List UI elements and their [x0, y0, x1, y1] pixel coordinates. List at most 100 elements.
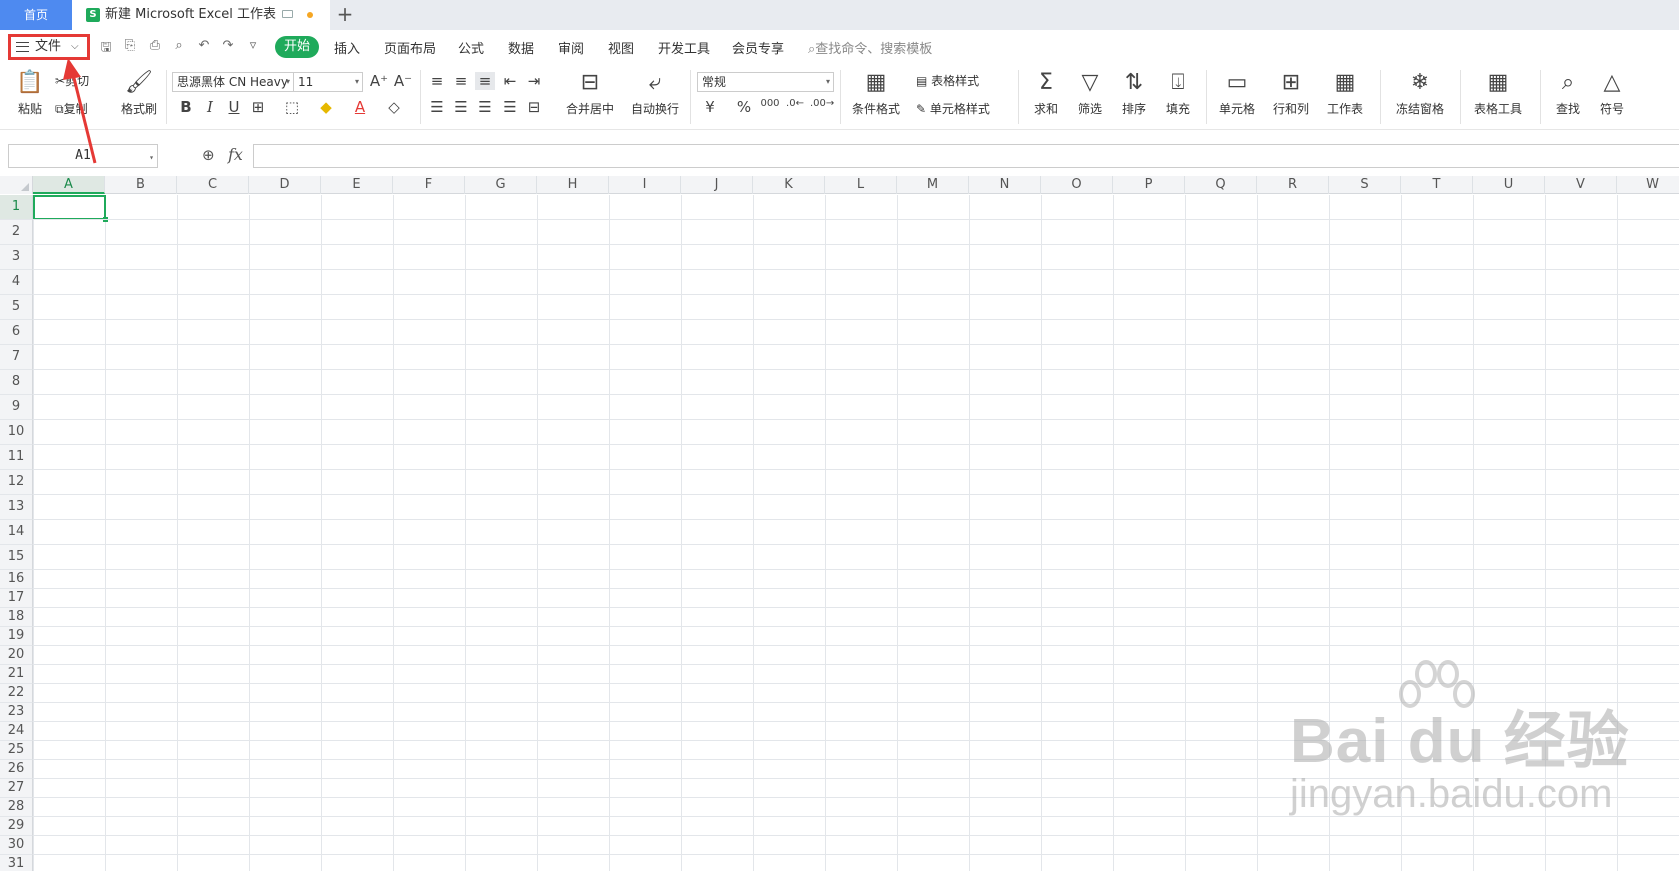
- column-header-k[interactable]: K: [753, 176, 825, 194]
- thousands-separator-icon[interactable]: 000: [760, 98, 780, 109]
- table-tools-button[interactable]: ▦ 表格工具: [1470, 70, 1526, 117]
- row-header-30[interactable]: 30: [0, 836, 33, 855]
- row-header-7[interactable]: 7: [0, 345, 33, 370]
- row-header-9[interactable]: 9: [0, 395, 33, 420]
- row-header-15[interactable]: 15: [0, 545, 33, 570]
- column-header-v[interactable]: V: [1545, 176, 1617, 194]
- tab-view[interactable]: 视图: [608, 38, 634, 57]
- row-header-16[interactable]: 16: [0, 570, 33, 589]
- freeze-panes-button[interactable]: ❄ 冻结窗格: [1392, 70, 1448, 117]
- font-color-icon[interactable]: A: [350, 98, 370, 116]
- row-header-21[interactable]: 21: [0, 665, 33, 684]
- cell-style-button[interactable]: ✎ 单元格样式: [916, 100, 990, 117]
- row-header-25[interactable]: 25: [0, 741, 33, 760]
- tab-data[interactable]: 数据: [508, 38, 534, 57]
- cell-button[interactable]: ▭ 单元格: [1214, 70, 1260, 117]
- row-header-23[interactable]: 23: [0, 703, 33, 722]
- row-header-4[interactable]: 4: [0, 270, 33, 295]
- font-family-select[interactable]: 思源黑体 CN Heavy ▾: [172, 72, 294, 92]
- command-search[interactable]: ⌕查找命令、搜索模板: [808, 38, 932, 57]
- row-header-12[interactable]: 12: [0, 470, 33, 495]
- format-painter-button[interactable]: 🖌 格式刷: [117, 70, 161, 117]
- column-header-g[interactable]: G: [465, 176, 537, 194]
- distributed-align-icon[interactable]: ⊟: [524, 98, 544, 116]
- column-header-w[interactable]: W: [1617, 176, 1679, 194]
- row-col-button[interactable]: ⊞ 行和列: [1268, 70, 1314, 117]
- row-header-22[interactable]: 22: [0, 684, 33, 703]
- align-top-icon[interactable]: ≡: [427, 72, 447, 90]
- tab-insert[interactable]: 插入: [334, 38, 360, 57]
- column-header-q[interactable]: Q: [1185, 176, 1257, 194]
- print-preview-icon[interactable]: ⌕: [170, 38, 188, 53]
- cut-button[interactable]: ✂剪切: [55, 72, 89, 89]
- row-header-13[interactable]: 13: [0, 495, 33, 520]
- decrease-indent-icon[interactable]: ⇤: [500, 72, 520, 90]
- row-header-17[interactable]: 17: [0, 589, 33, 608]
- align-right-icon[interactable]: ☰: [475, 98, 495, 116]
- row-header-20[interactable]: 20: [0, 646, 33, 665]
- tab-review[interactable]: 审阅: [558, 38, 584, 57]
- monitor-icon[interactable]: [282, 10, 293, 18]
- merge-center-button[interactable]: ⊟ 合并居中: [560, 70, 620, 117]
- increase-decimal-icon[interactable]: .0←: [785, 98, 805, 109]
- column-header-n[interactable]: N: [969, 176, 1041, 194]
- formula-input[interactable]: [253, 144, 1679, 168]
- fill-color-icon[interactable]: ◆: [316, 98, 336, 116]
- column-header-e[interactable]: E: [321, 176, 393, 194]
- increase-font-icon[interactable]: A⁺: [369, 72, 389, 90]
- percent-icon[interactable]: %: [734, 98, 754, 116]
- border-icon[interactable]: ⊞: [248, 98, 268, 116]
- column-header-j[interactable]: J: [681, 176, 753, 194]
- column-header-b[interactable]: B: [105, 176, 177, 194]
- filter-button[interactable]: ▽ 筛选: [1072, 70, 1108, 117]
- row-header-6[interactable]: 6: [0, 320, 33, 345]
- row-header-27[interactable]: 27: [0, 779, 33, 798]
- file-menu-button[interactable]: 文件 ⌵: [8, 34, 90, 60]
- table-style-button[interactable]: ▤ 表格样式: [916, 72, 979, 89]
- align-middle-icon[interactable]: ≡: [451, 72, 471, 90]
- currency-icon[interactable]: ¥: [700, 98, 720, 116]
- row-header-8[interactable]: 8: [0, 370, 33, 395]
- bold-icon[interactable]: B: [176, 98, 196, 116]
- symbol-button[interactable]: △ 符号: [1594, 70, 1630, 117]
- undo-icon[interactable]: ↶: [195, 38, 213, 53]
- save-icon[interactable]: 🖫: [97, 38, 115, 60]
- name-box[interactable]: A1 ▾: [8, 144, 158, 168]
- customize-dropdown-icon[interactable]: ▿: [244, 38, 262, 53]
- cell-style-brush-icon[interactable]: ⬚: [282, 98, 302, 116]
- new-tab-button[interactable]: +: [334, 0, 356, 30]
- tab-home[interactable]: 首页: [0, 0, 72, 30]
- output-icon[interactable]: ⎘: [121, 38, 139, 53]
- column-header-h[interactable]: H: [537, 176, 609, 194]
- align-left-icon[interactable]: ☰: [427, 98, 447, 116]
- column-header-f[interactable]: F: [393, 176, 465, 194]
- zoom-icon[interactable]: ⊕: [202, 146, 215, 164]
- column-header-i[interactable]: I: [609, 176, 681, 194]
- increase-indent-icon[interactable]: ⇥: [524, 72, 544, 90]
- column-header-u[interactable]: U: [1473, 176, 1545, 194]
- insert-function-fx[interactable]: fx: [228, 145, 243, 164]
- row-header-1[interactable]: 1: [0, 195, 33, 220]
- tab-member[interactable]: 会员专享: [732, 38, 784, 57]
- column-header-s[interactable]: S: [1329, 176, 1401, 194]
- fill-button[interactable]: ⍗ 填充: [1160, 70, 1196, 117]
- row-header-26[interactable]: 26: [0, 760, 33, 779]
- worksheet-button[interactable]: ▦ 工作表: [1322, 70, 1368, 117]
- tab-home-ribbon[interactable]: 开始: [275, 36, 319, 58]
- row-header-18[interactable]: 18: [0, 608, 33, 627]
- column-header-p[interactable]: P: [1113, 176, 1185, 194]
- row-header-29[interactable]: 29: [0, 817, 33, 836]
- sum-button[interactable]: Σ 求和: [1028, 70, 1064, 117]
- conditional-format-button[interactable]: ▦ 条件格式: [848, 70, 904, 117]
- column-header-l[interactable]: L: [825, 176, 897, 194]
- align-center-icon[interactable]: ☰: [451, 98, 471, 116]
- column-header-m[interactable]: M: [897, 176, 969, 194]
- find-button[interactable]: ⌕ 查找: [1550, 70, 1586, 117]
- wrap-text-button[interactable]: ⤶ 自动换行: [628, 70, 682, 117]
- italic-icon[interactable]: I: [200, 98, 220, 116]
- decrease-decimal-icon[interactable]: .00→: [810, 98, 834, 109]
- row-header-14[interactable]: 14: [0, 520, 33, 545]
- row-header-24[interactable]: 24: [0, 722, 33, 741]
- sort-button[interactable]: ⇅ 排序: [1116, 70, 1152, 117]
- tab-document[interactable]: S 新建 Microsoft Excel 工作表: [72, 0, 330, 30]
